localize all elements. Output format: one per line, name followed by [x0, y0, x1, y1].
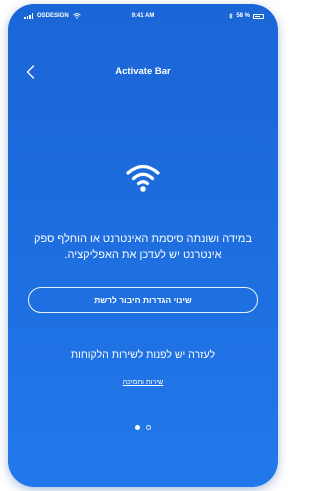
- customer-service-link[interactable]: שירות ותמיכה: [8, 379, 278, 386]
- page-dot-inactive[interactable]: [146, 425, 151, 430]
- bluetooth-icon: [229, 13, 233, 19]
- status-bar: OSDESIGN 9:41 AM 58 %: [8, 4, 278, 26]
- status-right: 58 %: [229, 13, 264, 19]
- page-dot-active[interactable]: [135, 425, 140, 430]
- phone-screen: OSDESIGN 9:41 AM 58 % Activate Bar במידה…: [8, 4, 278, 487]
- battery-percent: 58 %: [236, 13, 250, 19]
- page-title: Activate Bar: [115, 66, 171, 77]
- wifi-icon: [126, 164, 160, 192]
- info-message: במידה ושונתה סיסמת האינטרנט או הוחלף ספק…: [34, 233, 252, 261]
- help-text: לעזרה יש לפנות לשירות הלקוחות: [70, 349, 216, 361]
- change-network-settings-button[interactable]: שינוי הגדרות חיבור לרשת: [28, 287, 258, 313]
- header: Activate Bar: [8, 62, 278, 82]
- battery-icon: [253, 13, 264, 19]
- page-indicator: [8, 425, 278, 430]
